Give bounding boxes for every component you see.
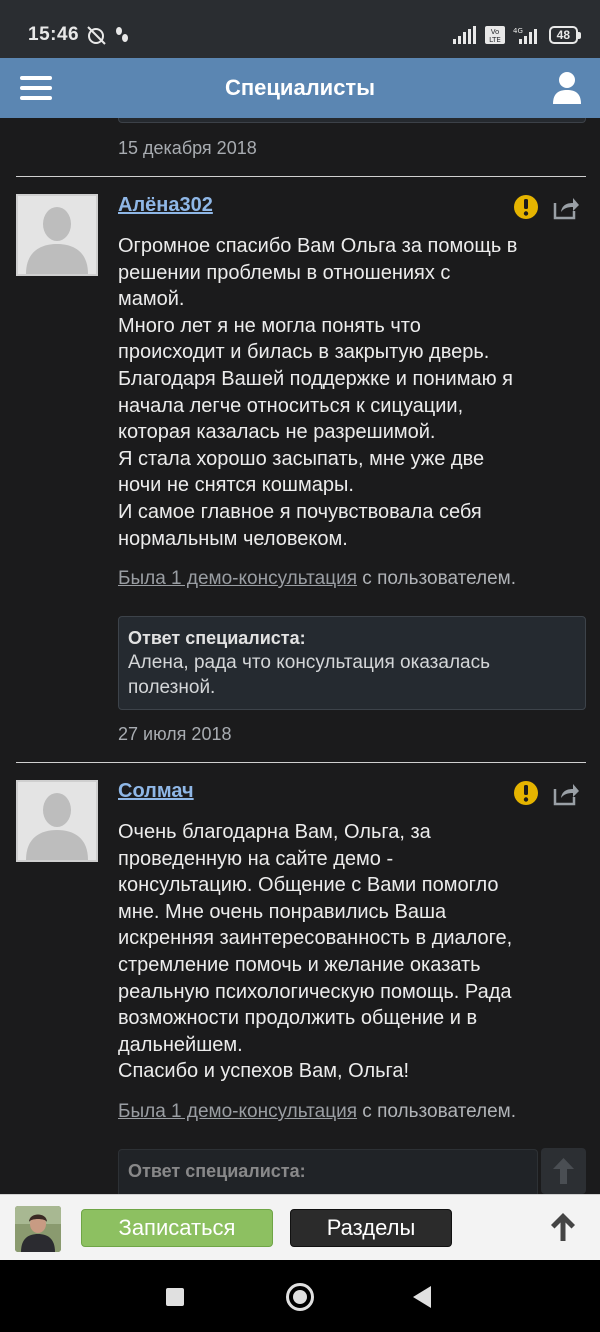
battery-icon: 48 <box>548 26 582 44</box>
svg-text:Vo: Vo <box>490 28 499 36</box>
back-icon[interactable] <box>413 1286 431 1308</box>
svg-text:LTE: LTE <box>489 36 501 44</box>
share-icon[interactable] <box>552 781 580 807</box>
divider <box>16 762 586 763</box>
alarm-off-icon <box>87 26 128 45</box>
specialist-answer: Ответ специалиста: <box>118 1149 538 1194</box>
home-icon[interactable] <box>286 1283 314 1311</box>
previous-answer-box <box>118 118 586 123</box>
report-warning-icon[interactable] <box>513 194 539 220</box>
default-avatar-icon <box>18 196 96 274</box>
signal-icon <box>452 26 476 44</box>
demo-consultation-info: Была 1 демо-консультация с пользователем… <box>118 1101 517 1122</box>
divider <box>16 176 586 177</box>
signal-4g-icon: 4G <box>513 27 537 44</box>
demo-consultation-link[interactable]: Была 1 демо-консультация <box>118 1101 357 1122</box>
bottom-action-bar: Записаться Разделы <box>0 1194 600 1260</box>
specialist-avatar[interactable] <box>15 1206 61 1252</box>
status-bar: 15:46 Vo LTE 4G 48 <box>0 0 600 58</box>
avatar[interactable] <box>16 194 98 276</box>
page-title: Специалисты <box>225 75 375 100</box>
specialist-answer: Ответ специалиста: Алена, рада что консу… <box>118 616 586 710</box>
review-author-link[interactable]: Алёна302 <box>118 194 213 217</box>
signup-button[interactable]: Записаться <box>81 1209 273 1247</box>
review-text: Огромное спасибо Вам Ольга за помощь в р… <box>118 235 518 550</box>
status-icons: Vo LTE 4G 48 <box>452 24 582 46</box>
app-bar: Специалисты <box>0 58 600 118</box>
review-author-link[interactable]: Солмач <box>118 780 194 803</box>
report-warning-icon[interactable] <box>513 780 539 806</box>
answer-title: Ответ специалиста: <box>128 1161 306 1181</box>
demo-consultation-info: Была 1 демо-консультация с пользователем… <box>118 568 517 589</box>
recent-apps-icon[interactable] <box>166 1288 184 1306</box>
review-text: Очень благодарна Вам, Ольга, за проведен… <box>118 821 513 1083</box>
arrow-up-icon <box>553 1158 574 1184</box>
review-date: 15 декабря 2018 <box>118 138 257 158</box>
reviews-list[interactable]: 15 декабря 2018 Алёна302 Огромное спасиб… <box>0 118 600 1194</box>
share-icon[interactable] <box>552 195 580 221</box>
arrow-up-icon[interactable] <box>548 1211 578 1243</box>
volte-icon: Vo LTE <box>484 26 505 44</box>
demo-consultation-link[interactable]: Была 1 демо-консультация <box>118 568 357 589</box>
status-time: 15:46 <box>28 24 80 45</box>
specialist-photo <box>15 1206 61 1252</box>
answer-title: Ответ специалиста: <box>128 628 306 648</box>
review-date: 27 июля 2018 <box>118 724 232 744</box>
user-profile-icon[interactable] <box>552 71 582 105</box>
scroll-to-top-button[interactable] <box>541 1148 586 1194</box>
svg-text:4G: 4G <box>513 27 523 35</box>
avatar[interactable] <box>16 780 98 862</box>
sections-button[interactable]: Разделы <box>290 1209 452 1247</box>
answer-text: Алена, рада что консультация оказалась п… <box>128 652 491 698</box>
default-avatar-icon <box>18 782 96 860</box>
system-navigation-bar <box>0 1260 600 1332</box>
